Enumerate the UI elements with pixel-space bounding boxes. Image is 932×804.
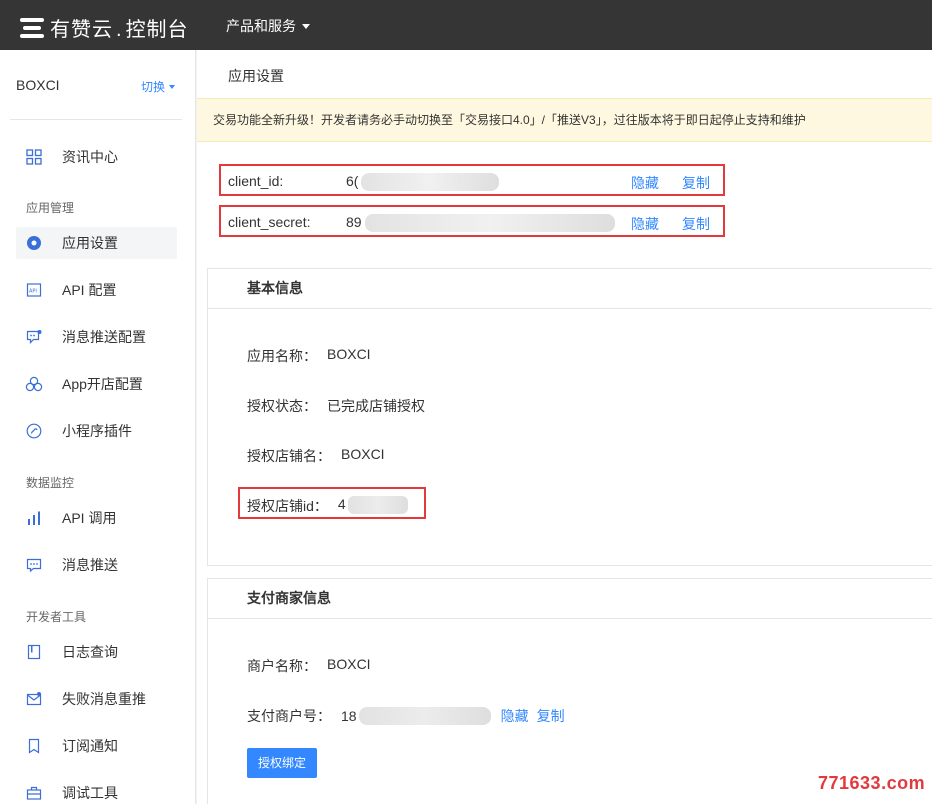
- mail-retry-icon: [25, 690, 43, 708]
- merchant-number-label: 支付商户号：: [247, 708, 331, 724]
- client-secret-hide-link[interactable]: 隐藏: [631, 214, 659, 234]
- client-id-copy-link[interactable]: 复制: [682, 173, 710, 193]
- redacted-mask: [358, 707, 491, 725]
- payment-merchant-card: 支付商家信息 商户名称： BOXCI 支付商户号： 18 隐藏 复制 授权绑定: [207, 578, 932, 804]
- gear-icon: [25, 234, 43, 252]
- merchant-name-row: 商户名称： BOXCI: [247, 656, 371, 676]
- nav-group-app-management: 应用管理: [26, 201, 75, 215]
- sidebar-item-app-store-config[interactable]: App开店配置: [16, 368, 177, 400]
- client-id-value: 6(: [346, 173, 359, 189]
- sidebar-item-app-settings[interactable]: 应用设置: [16, 227, 177, 259]
- shop-id-row: 授权店铺id： 4: [247, 496, 408, 516]
- client-secret-label: client_secret:: [228, 214, 311, 230]
- merchant-number-value: 18: [341, 708, 357, 724]
- sidebar-item-subscription-notice[interactable]: 订阅通知: [16, 730, 177, 762]
- auth-status-row: 授权状态： 已完成店铺授权: [247, 396, 425, 416]
- app-name-label: 应用名称：: [247, 348, 317, 364]
- svg-text:API: API: [29, 289, 37, 295]
- top-bar: 有赞云. 控制台 产品和服务: [0, 0, 932, 50]
- merchant-name-label: 商户名称：: [247, 658, 317, 674]
- shop-name-label: 授权店铺名：: [247, 448, 331, 464]
- products-services-label: 产品和服务: [226, 18, 296, 34]
- auth-status-value: 已完成店铺授权: [327, 398, 425, 414]
- sidebar-item-mini-program-plugin[interactable]: 小程序插件: [16, 415, 177, 447]
- youzan-logo-icon: [20, 17, 44, 39]
- auth-status-label: 授权状态：: [247, 398, 317, 414]
- client-secret-copy-link[interactable]: 复制: [682, 214, 710, 234]
- app-name-row: 应用名称： BOXCI: [247, 346, 371, 366]
- sidebar-item-api-config[interactable]: API API 配置: [16, 274, 177, 306]
- payment-merchant-title: 支付商家信息: [208, 579, 932, 619]
- redacted-mask: [361, 173, 499, 191]
- redacted-mask: [365, 214, 615, 232]
- account-name: BOXCI: [16, 77, 60, 93]
- client-id-hide-link[interactable]: 隐藏: [631, 173, 659, 193]
- grid-icon: [25, 148, 43, 166]
- chevron-down-icon: [169, 84, 176, 89]
- client-id-label: client_id:: [228, 173, 284, 189]
- basic-info-title: 基本信息: [208, 269, 932, 309]
- api-icon: API: [25, 281, 43, 299]
- app-name-value: BOXCI: [327, 346, 371, 362]
- sidebar-item-message-push[interactable]: 消息推送: [16, 549, 177, 581]
- client-id-row: client_id: 6( 隐藏 复制: [219, 164, 725, 196]
- merchant-number-hide-link[interactable]: 隐藏: [501, 706, 529, 726]
- brand-logo[interactable]: 有赞云. 控制台: [20, 13, 189, 42]
- sidebar-item-message-push-config[interactable]: 消息推送配置: [16, 321, 177, 353]
- shop-name-row: 授权店铺名： BOXCI: [247, 446, 385, 466]
- nav-group-data-monitoring: 数据监控: [26, 476, 75, 490]
- client-secret-value: 89: [346, 214, 362, 230]
- products-services-menu[interactable]: 产品和服务: [226, 16, 310, 36]
- sidebar-item-news[interactable]: 资讯中心: [16, 141, 177, 173]
- message-config-icon: [25, 328, 43, 346]
- sidebar-item-failed-message-retry[interactable]: 失败消息重推: [16, 683, 177, 715]
- merchant-number-copy-link[interactable]: 复制: [537, 706, 565, 726]
- sidebar-divider: [10, 119, 182, 120]
- bookmark-icon: [25, 737, 43, 755]
- plugin-icon: [25, 422, 43, 440]
- log-icon: [25, 643, 43, 661]
- nav-group-developer-tools: 开发者工具: [26, 610, 87, 624]
- chat-icon: [25, 556, 43, 574]
- chevron-down-icon: [302, 23, 310, 29]
- brand-name: 有赞云. 控制台: [50, 19, 189, 41]
- site-watermark: 771633.com: [818, 773, 926, 793]
- bar-chart-icon: [25, 509, 43, 527]
- basic-info-card: 基本信息 应用名称： BOXCI 授权状态： 已完成店铺授权 授权店铺名： BO…: [207, 268, 932, 566]
- upgrade-notice-banner: 交易功能全新升级！开发者请务必手动切换至「交易接口4.0」/「推送V3」，过往版…: [197, 98, 932, 142]
- sidebar-item-api-calls[interactable]: API 调用: [16, 502, 177, 534]
- shop-id-label: 授权店铺id：: [247, 498, 328, 514]
- app-store-icon: [25, 375, 43, 393]
- shop-id-value: 4: [337, 496, 346, 512]
- sidebar-item-log-query[interactable]: 日志查询: [16, 636, 177, 668]
- merchant-number-row: 支付商户号： 18 隐藏 复制: [247, 706, 565, 726]
- page-title: 应用设置: [228, 68, 284, 84]
- switch-account-button[interactable]: 切换: [141, 78, 176, 95]
- main-content: 应用设置 交易功能全新升级！开发者请务必手动切换至「交易接口4.0」/「推送V3…: [197, 50, 932, 804]
- redacted-mask: [347, 496, 408, 514]
- sidebar-item-debug-tools[interactable]: 调试工具: [16, 777, 177, 804]
- merchant-name-value: BOXCI: [327, 656, 371, 672]
- toolbox-icon: [25, 784, 43, 802]
- authorize-bind-button[interactable]: 授权绑定: [247, 748, 317, 778]
- shop-name-value: BOXCI: [341, 446, 385, 462]
- sidebar: BOXCI 切换 资讯中心 应用管理 应用设置 API API 配置 消息推送配…: [0, 50, 196, 804]
- client-secret-row: client_secret: 89 隐藏 复制: [219, 205, 725, 237]
